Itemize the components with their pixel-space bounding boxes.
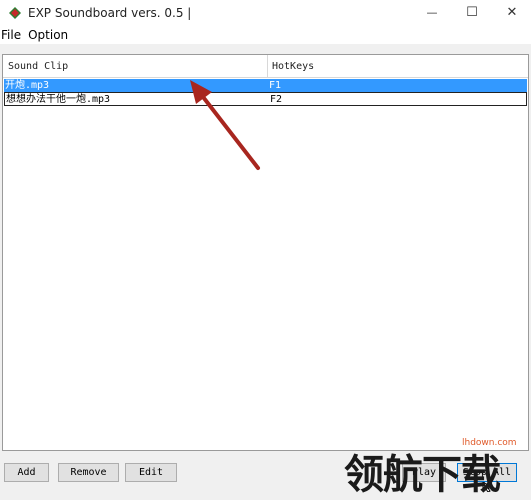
maximize-button[interactable]: ☐ bbox=[450, 0, 494, 24]
maximize-icon: ☐ bbox=[466, 4, 478, 20]
table-row[interactable]: 想想办法干他一炮.mp3 F2 bbox=[4, 92, 527, 106]
clip-hotkey: F2 bbox=[270, 94, 283, 105]
menu-bar: File Option bbox=[0, 26, 531, 44]
clip-name: 开炮.mp3 bbox=[5, 80, 50, 91]
remove-button-label: Remove bbox=[70, 467, 107, 478]
column-header-hotkeys[interactable]: HotKeys bbox=[272, 61, 314, 72]
column-header-sound-clip[interactable]: Sound Clip bbox=[8, 61, 68, 72]
watermark: lhdown.com 领航下载 bbox=[344, 430, 531, 498]
table-row[interactable]: 开炮.mp3 F1 bbox=[4, 79, 527, 92]
edit-button-label: Edit bbox=[138, 467, 164, 478]
clip-name: 想想办法干他一炮.mp3 bbox=[6, 94, 111, 105]
menu-option[interactable]: Option bbox=[27, 28, 70, 42]
watermark-text: 领航下载 bbox=[344, 452, 501, 498]
close-button[interactable]: ✕ bbox=[490, 0, 531, 24]
app-icon bbox=[9, 7, 21, 19]
add-button[interactable]: Add bbox=[4, 463, 49, 482]
close-icon: ✕ bbox=[506, 4, 518, 20]
column-divider[interactable] bbox=[267, 55, 268, 77]
add-button-label: Add bbox=[17, 467, 36, 478]
window-title: EXP Soundboard vers. 0.5 | bbox=[28, 6, 192, 20]
remove-button[interactable]: Remove bbox=[58, 463, 119, 482]
minimize-icon: — bbox=[426, 5, 438, 19]
sound-clip-table[interactable]: Sound Clip HotKeys 开炮.mp3 F1 想想办法干他一炮.mp… bbox=[2, 54, 529, 451]
menu-file[interactable]: File bbox=[0, 28, 23, 42]
table-header: Sound Clip HotKeys bbox=[3, 55, 528, 78]
title-bar: EXP Soundboard vers. 0.5 | — ☐ ✕ bbox=[0, 0, 531, 26]
edit-button[interactable]: Edit bbox=[125, 463, 177, 482]
clip-hotkey: F1 bbox=[269, 80, 282, 91]
minimize-button[interactable]: — bbox=[410, 0, 454, 24]
